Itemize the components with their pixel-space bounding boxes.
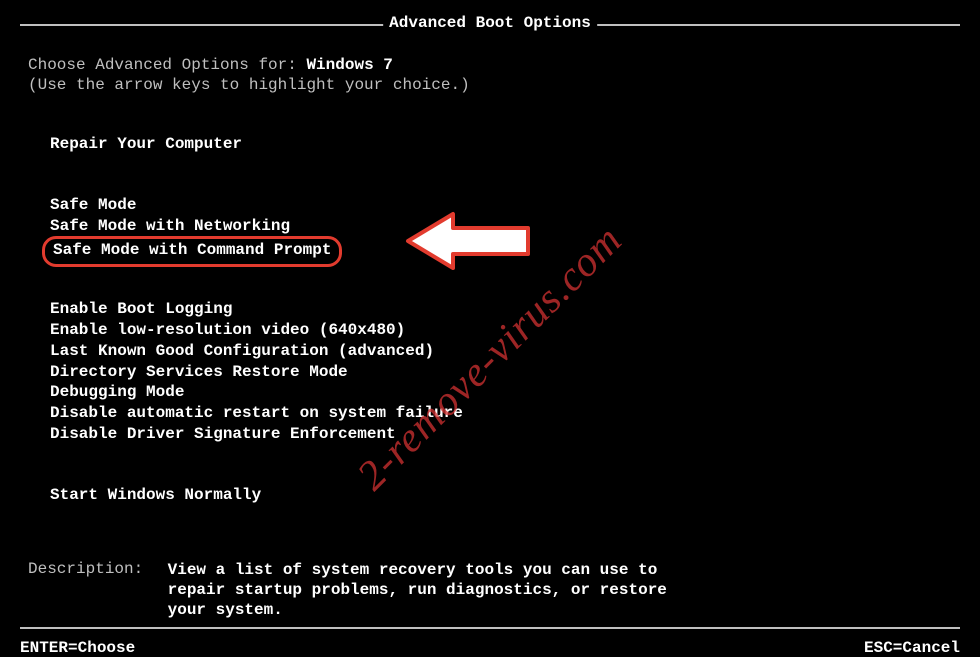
boot-options-frame: Advanced Boot Options Choose Advanced Op… xyxy=(20,24,960,629)
content-area: Choose Advanced Options for: Windows 7 (… xyxy=(20,26,960,627)
group-normal: Start Windows Normally xyxy=(28,485,952,506)
intro-line: Choose Advanced Options for: Windows 7 xyxy=(28,56,952,74)
description-label: Description: xyxy=(28,560,158,578)
intro-prefix: Choose Advanced Options for: xyxy=(28,56,306,74)
os-name: Windows 7 xyxy=(306,56,392,74)
group-repair: Repair Your Computer xyxy=(28,134,952,155)
group-safe-mode: Safe Mode Safe Mode with Networking Safe… xyxy=(28,195,952,267)
description-text: View a list of system recovery tools you… xyxy=(168,560,708,620)
menu-disable-auto-restart[interactable]: Disable automatic restart on system fail… xyxy=(28,403,952,424)
callout-arrow-icon xyxy=(398,206,538,276)
menu-debugging-mode[interactable]: Debugging Mode xyxy=(28,382,952,403)
menu-repair-your-computer[interactable]: Repair Your Computer xyxy=(28,134,952,155)
footer-esc: ESC=Cancel xyxy=(858,639,960,657)
highlighted-row: Safe Mode with Command Prompt xyxy=(28,236,952,267)
menu-start-normally[interactable]: Start Windows Normally xyxy=(28,485,952,506)
menu-safe-mode-command-prompt[interactable]: Safe Mode with Command Prompt xyxy=(42,236,342,267)
menu-disable-driver-sig[interactable]: Disable Driver Signature Enforcement xyxy=(28,424,952,445)
description-block: Description: View a list of system recov… xyxy=(28,560,952,620)
menu-last-known-good[interactable]: Last Known Good Configuration (advanced) xyxy=(28,341,952,362)
intro-hint: (Use the arrow keys to highlight your ch… xyxy=(28,76,952,94)
menu-directory-services-restore[interactable]: Directory Services Restore Mode xyxy=(28,362,952,383)
group-advanced: Enable Boot Logging Enable low-resolutio… xyxy=(28,299,952,445)
footer-enter: ENTER=Choose xyxy=(20,639,141,657)
menu-enable-boot-logging[interactable]: Enable Boot Logging xyxy=(28,299,952,320)
menu-low-res-video[interactable]: Enable low-resolution video (640x480) xyxy=(28,320,952,341)
